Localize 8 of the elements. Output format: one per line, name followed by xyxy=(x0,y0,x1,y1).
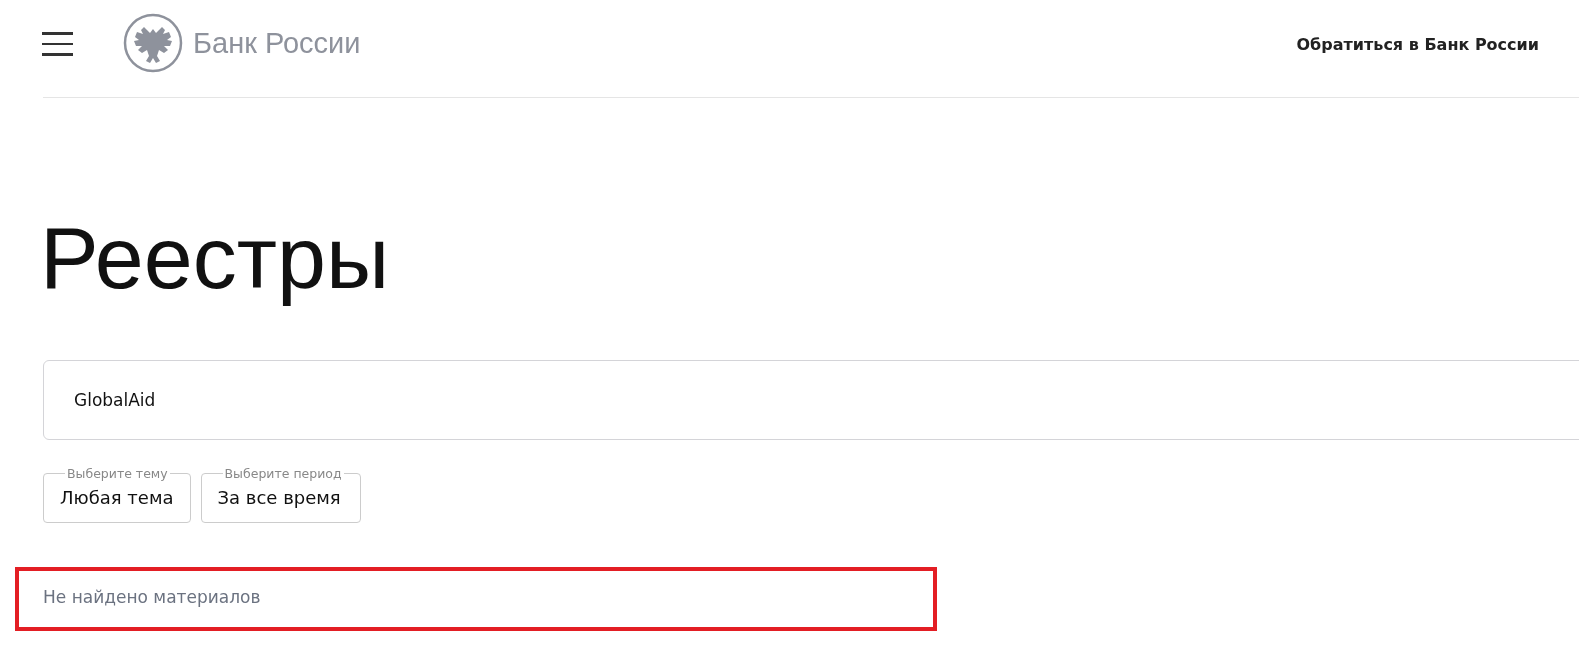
filter-select[interactable]: Выберите тему Любая тема xyxy=(43,466,191,523)
page-title: Реестры xyxy=(40,208,391,308)
contact-link[interactable]: Обратиться в Банк России xyxy=(1296,34,1539,54)
filter-select[interactable]: Выберите период За все время xyxy=(200,466,361,523)
empty-message: Не найдено материалов xyxy=(43,587,261,607)
search-field[interactable]: GlobalAid xyxy=(43,360,1579,440)
emblem-icon xyxy=(123,13,183,73)
menu-icon[interactable] xyxy=(42,32,73,56)
